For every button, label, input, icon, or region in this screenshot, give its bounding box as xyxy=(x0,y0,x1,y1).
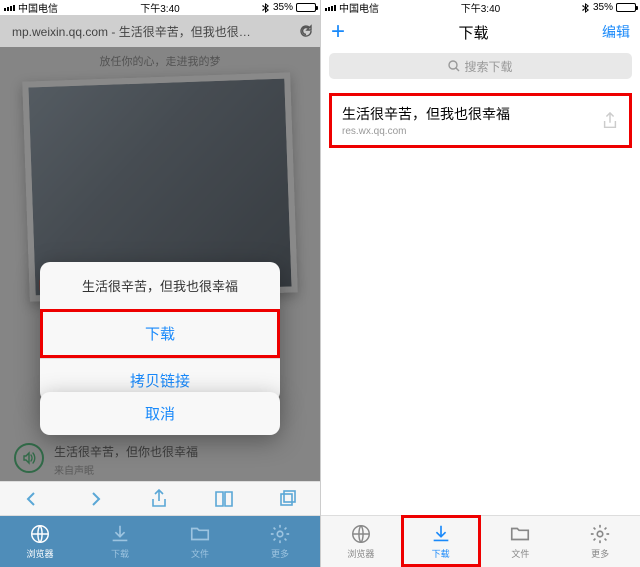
tab-more[interactable]: 更多 xyxy=(560,516,640,567)
tab-label: 浏览器 xyxy=(347,547,374,560)
add-button[interactable]: + xyxy=(331,18,345,46)
globe-icon xyxy=(350,523,372,545)
tab-label: 更多 xyxy=(591,547,609,560)
share-icon[interactable] xyxy=(601,112,619,130)
gear-icon xyxy=(589,523,611,545)
nav-title: 下载 xyxy=(459,22,489,43)
search-icon xyxy=(448,60,460,72)
tab-browser[interactable]: 浏览器 xyxy=(0,516,80,567)
action-sheet: 生活很辛苦，但我也很幸福 下载 拷贝链接 xyxy=(40,262,280,402)
carrier: 中国电信 xyxy=(18,0,58,15)
folder-icon xyxy=(509,523,531,545)
tab-label: 文件 xyxy=(191,547,209,560)
url-text: mp.weixin.qq.com - 生活很辛苦，但我也很… xyxy=(6,23,292,40)
download-host: res.wx.qq.com xyxy=(342,126,601,137)
search-field[interactable]: 搜索下载 xyxy=(329,53,632,79)
back-icon[interactable] xyxy=(22,489,42,509)
tab-more[interactable]: 更多 xyxy=(240,516,320,567)
tab-download[interactable]: 下载 xyxy=(80,516,160,567)
sheet-title: 生活很辛苦，但我也很幸福 xyxy=(40,262,280,309)
phone-left: 中国电信 下午3:40 35% mp.weixin.qq.com - 生活很辛苦… xyxy=(0,0,320,567)
tab-label: 下载 xyxy=(432,547,450,560)
status-bar: 中国电信 下午3:40 35% xyxy=(0,0,320,15)
tab-bar: 浏览器 下载 文件 更多 xyxy=(321,515,640,567)
globe-icon xyxy=(29,523,51,545)
address-bar[interactable]: mp.weixin.qq.com - 生活很辛苦，但我也很… xyxy=(0,15,320,47)
forward-icon[interactable] xyxy=(85,489,105,509)
signal-icon xyxy=(4,5,15,11)
bookmark-icon[interactable] xyxy=(213,489,235,509)
refresh-icon[interactable] xyxy=(298,23,314,39)
edit-button[interactable]: 编辑 xyxy=(602,22,630,42)
battery-icon xyxy=(296,3,316,12)
tab-download[interactable]: 下载 xyxy=(401,516,481,567)
battery-pct: 35% xyxy=(593,2,613,13)
tab-browser[interactable]: 浏览器 xyxy=(321,516,401,567)
status-bar: 中国电信 下午3:40 35% xyxy=(321,0,640,15)
tab-label: 浏览器 xyxy=(26,547,53,560)
carrier: 中国电信 xyxy=(339,0,379,15)
page-content: 放任你的心，走进我的梦 20: 生活很辛苦，但你也很幸福 来自声眠 00:02 … xyxy=(0,47,320,567)
tab-files[interactable]: 文件 xyxy=(481,516,561,567)
clock: 下午3:40 xyxy=(140,0,179,15)
bluetooth-icon xyxy=(262,3,270,13)
folder-icon xyxy=(189,523,211,545)
battery-pct: 35% xyxy=(273,2,293,13)
download-icon xyxy=(430,523,452,545)
clock: 下午3:40 xyxy=(461,0,500,15)
download-button[interactable]: 下载 xyxy=(40,309,280,358)
share-icon[interactable] xyxy=(149,489,169,509)
tab-label: 更多 xyxy=(271,547,289,560)
tab-files[interactable]: 文件 xyxy=(160,516,240,567)
signal-icon xyxy=(325,5,336,11)
download-icon xyxy=(109,523,131,545)
tabs-icon[interactable] xyxy=(278,489,298,509)
cancel-button[interactable]: 取消 xyxy=(40,392,280,435)
search-placeholder: 搜索下载 xyxy=(464,58,512,75)
bluetooth-icon xyxy=(582,3,590,13)
battery-icon xyxy=(616,3,636,12)
gear-icon xyxy=(269,523,291,545)
download-item[interactable]: 生活很辛苦，但我也很幸福 res.wx.qq.com xyxy=(329,93,632,148)
download-title: 生活很辛苦，但我也很幸福 xyxy=(342,104,601,124)
tab-label: 文件 xyxy=(511,547,529,560)
tab-bar: 浏览器 下载 文件 更多 xyxy=(0,515,320,567)
nav-bar: + 下载 编辑 xyxy=(321,15,640,49)
phone-right: 中国电信 下午3:40 35% + 下载 编辑 搜索下载 生活很辛苦，但我也很幸… xyxy=(320,0,640,567)
tab-label: 下载 xyxy=(111,547,129,560)
browser-toolbar xyxy=(0,481,320,515)
